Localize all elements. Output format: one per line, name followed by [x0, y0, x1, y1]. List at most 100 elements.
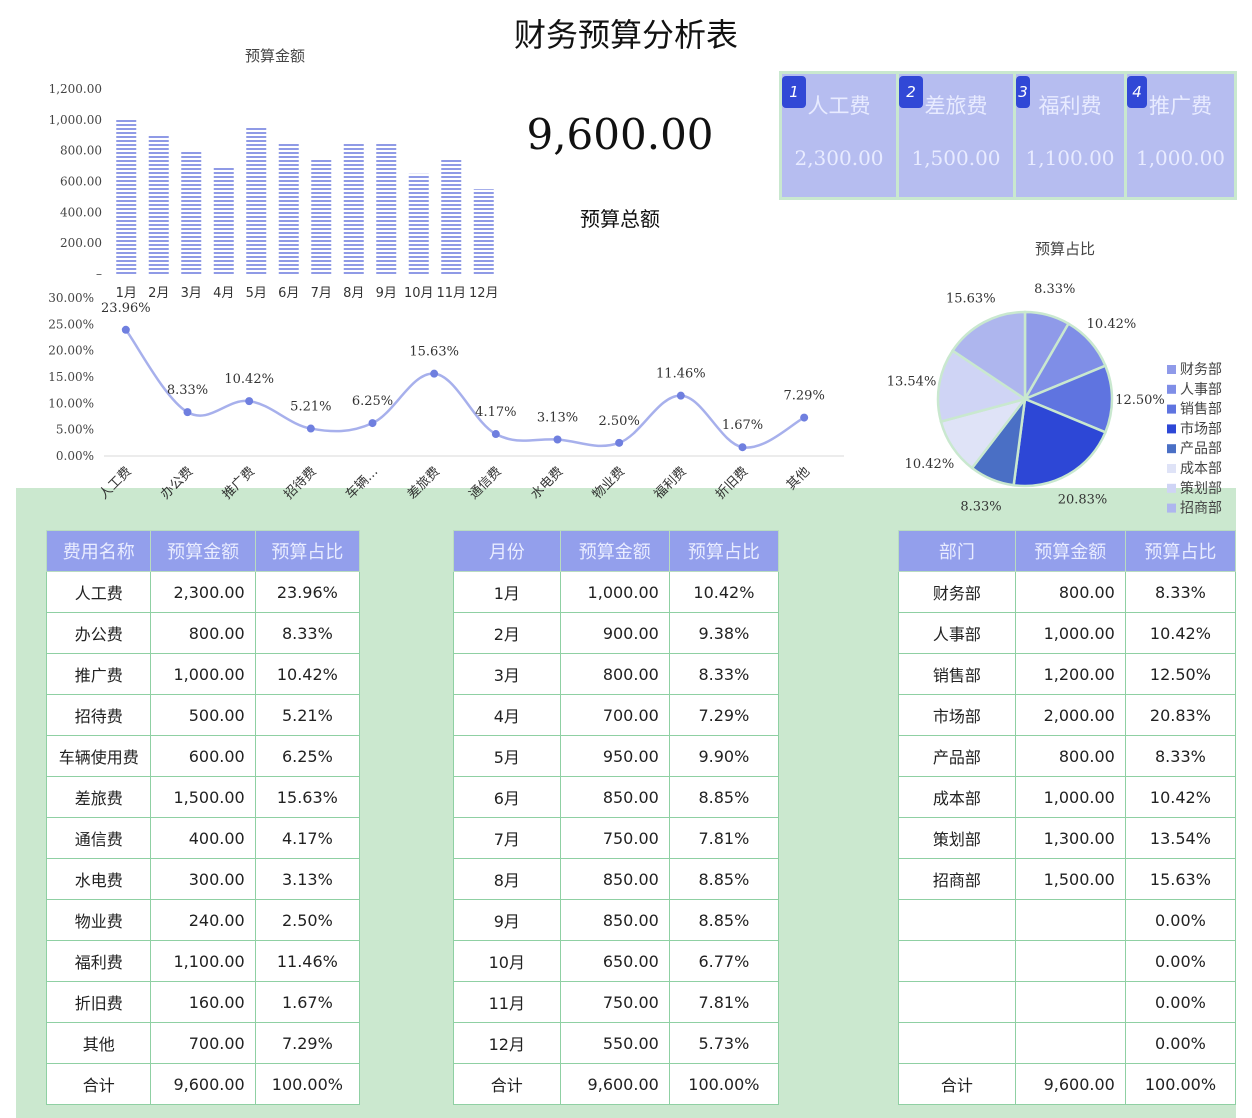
table-cell: 12月	[453, 1022, 561, 1064]
series-line	[124, 329, 805, 449]
line-x-tick-label: 物业费	[590, 464, 628, 502]
bar-x-tick-label: 9月	[376, 286, 397, 301]
table-cell: 1,300.00	[1014, 817, 1126, 859]
table-cell: 招待费	[45, 694, 152, 736]
data-label: 2.50%	[599, 414, 640, 429]
table-header-row: 费用名称 预算金额 预算占比	[45, 530, 361, 572]
pie-data-label: 8.33%	[960, 499, 1001, 514]
table-cell	[1014, 899, 1126, 941]
table-row: 8月 850.00 8.85%	[453, 858, 780, 900]
table-cell: 8.85%	[668, 858, 780, 900]
table-cell: 5.21%	[254, 694, 361, 736]
bar	[148, 135, 169, 274]
bar-x-tick-label: 2月	[148, 286, 169, 301]
table-row: 车辆使用费 600.00 6.25%	[45, 735, 361, 777]
table-cell: 1,100.00	[150, 940, 256, 982]
table-row: 7月 750.00 7.81%	[453, 817, 780, 859]
bar	[213, 166, 234, 274]
data-point	[491, 430, 500, 439]
bar	[343, 142, 364, 274]
table-cell: 0.00%	[1124, 940, 1237, 982]
data-point	[121, 325, 130, 334]
table-cell: 500.00	[150, 694, 256, 736]
table-cell: 300.00	[150, 858, 256, 900]
line-y-tick-label: 0.00%	[56, 449, 94, 463]
data-label: 1.67%	[722, 418, 763, 433]
data-label: 7.29%	[784, 389, 825, 404]
data-label: 15.63%	[409, 345, 459, 360]
data-label: 5.21%	[290, 400, 331, 415]
table-cell: 400.00	[150, 817, 256, 859]
bar-y-tick-label: 200.00	[60, 236, 102, 250]
table-row: 招待费 500.00 5.21%	[45, 694, 361, 736]
table-row: 通信费 400.00 4.17%	[45, 817, 361, 859]
line-x-tick-label: 通信费	[466, 464, 504, 502]
legend-label: 销售部	[1180, 402, 1222, 418]
table-cell: 招商部	[898, 858, 1016, 900]
legend-label: 成本部	[1180, 461, 1222, 477]
data-point	[306, 424, 315, 433]
data-point	[183, 408, 192, 417]
bar-x-tick-label: 7月	[311, 286, 332, 301]
table-cell: 水电费	[45, 858, 152, 900]
table-row: 合计 9,600.00 100.00%	[898, 1063, 1237, 1105]
table-cell: 11.46%	[254, 940, 361, 982]
column-header: 预算占比	[668, 530, 780, 572]
table-cell: 差旅费	[45, 776, 152, 818]
legend-label: 财务部	[1180, 362, 1222, 378]
expense-table: 费用名称 预算金额 预算占比 人工费 2,300.00 23.96% 办公费 800.00 8…	[45, 530, 361, 1105]
table-cell: 3月	[453, 653, 561, 695]
table-cell: 12.50%	[1124, 653, 1237, 695]
table-cell: 9,600.00	[150, 1063, 256, 1105]
bar	[376, 142, 397, 274]
expense-share-line-chart: 30.00% 25.00% 20.00% 15.00% 10.00% 5.00% 0.00%…	[48, 291, 844, 502]
line-y-tick-label: 10.00%	[48, 396, 94, 410]
department-share-pie-chart: 8.33% 10.42% 12.50% 20.83% 8.33% 10.42% 13.54%…	[887, 282, 1222, 517]
table-cell: 1,000.00	[1014, 776, 1126, 818]
data-label: 23.96%	[101, 301, 151, 316]
table-row: 招商部 1,500.00 15.63%	[898, 858, 1237, 900]
table-cell: 9,600.00	[559, 1063, 670, 1105]
table-cell: 办公费	[45, 612, 152, 654]
table-cell: 160.00	[150, 981, 256, 1023]
table-cell: 财务部	[898, 571, 1016, 613]
table-cell: 成本部	[898, 776, 1016, 818]
table-row: 策划部 1,300.00 13.54%	[898, 817, 1237, 859]
table-cell: 1,500.00	[150, 776, 256, 818]
table-row: 2月 900.00 9.38%	[453, 612, 780, 654]
table-cell: 其他	[45, 1022, 152, 1064]
table-cell: 800.00	[150, 612, 256, 654]
table-header-row: 部门 预算金额 预算占比	[898, 530, 1237, 572]
data-label: 11.46%	[656, 367, 706, 382]
table-cell: 1,000.00	[150, 653, 256, 695]
pie-data-label: 13.54%	[887, 374, 937, 389]
table-cell: 750.00	[559, 981, 670, 1023]
table-cell: 6.25%	[254, 735, 361, 777]
bar	[116, 119, 137, 274]
table-cell: 通信费	[45, 817, 152, 859]
table-row: 人事部 1,000.00 10.42%	[898, 612, 1237, 654]
table-row: 0.00%	[898, 981, 1237, 1023]
line-x-tick-label: 其他	[784, 464, 813, 493]
bar-x-tick-label: 6月	[278, 286, 299, 301]
column-header: 部门	[898, 530, 1016, 572]
table-cell: 1,500.00	[1014, 858, 1126, 900]
table-row: 差旅费 1,500.00 15.63%	[45, 776, 361, 818]
table-row: 0.00%	[898, 940, 1237, 982]
legend-label: 策划部	[1180, 480, 1222, 497]
table-cell: 合计	[898, 1063, 1016, 1105]
table-cell: 6.77%	[668, 940, 780, 982]
table-cell: 15.63%	[1124, 858, 1237, 900]
bar	[473, 189, 494, 274]
month-table: 月份 预算金额 预算占比 1月 1,000.00 10.42% 2月 900.00 9.38%…	[453, 530, 780, 1105]
data-point	[368, 419, 377, 428]
table-row: 推广费 1,000.00 10.42%	[45, 653, 361, 695]
table-cell	[1014, 1022, 1126, 1064]
table-cell: 1.67%	[254, 981, 361, 1023]
bar-x-tick-label: 5月	[246, 286, 267, 301]
line-x-tick-label: 招待费	[281, 464, 319, 502]
table-cell: 9月	[453, 899, 561, 941]
table-cell: 850.00	[559, 858, 670, 900]
table-cell: 1月	[453, 571, 561, 613]
table-cell: 800.00	[1014, 571, 1126, 613]
